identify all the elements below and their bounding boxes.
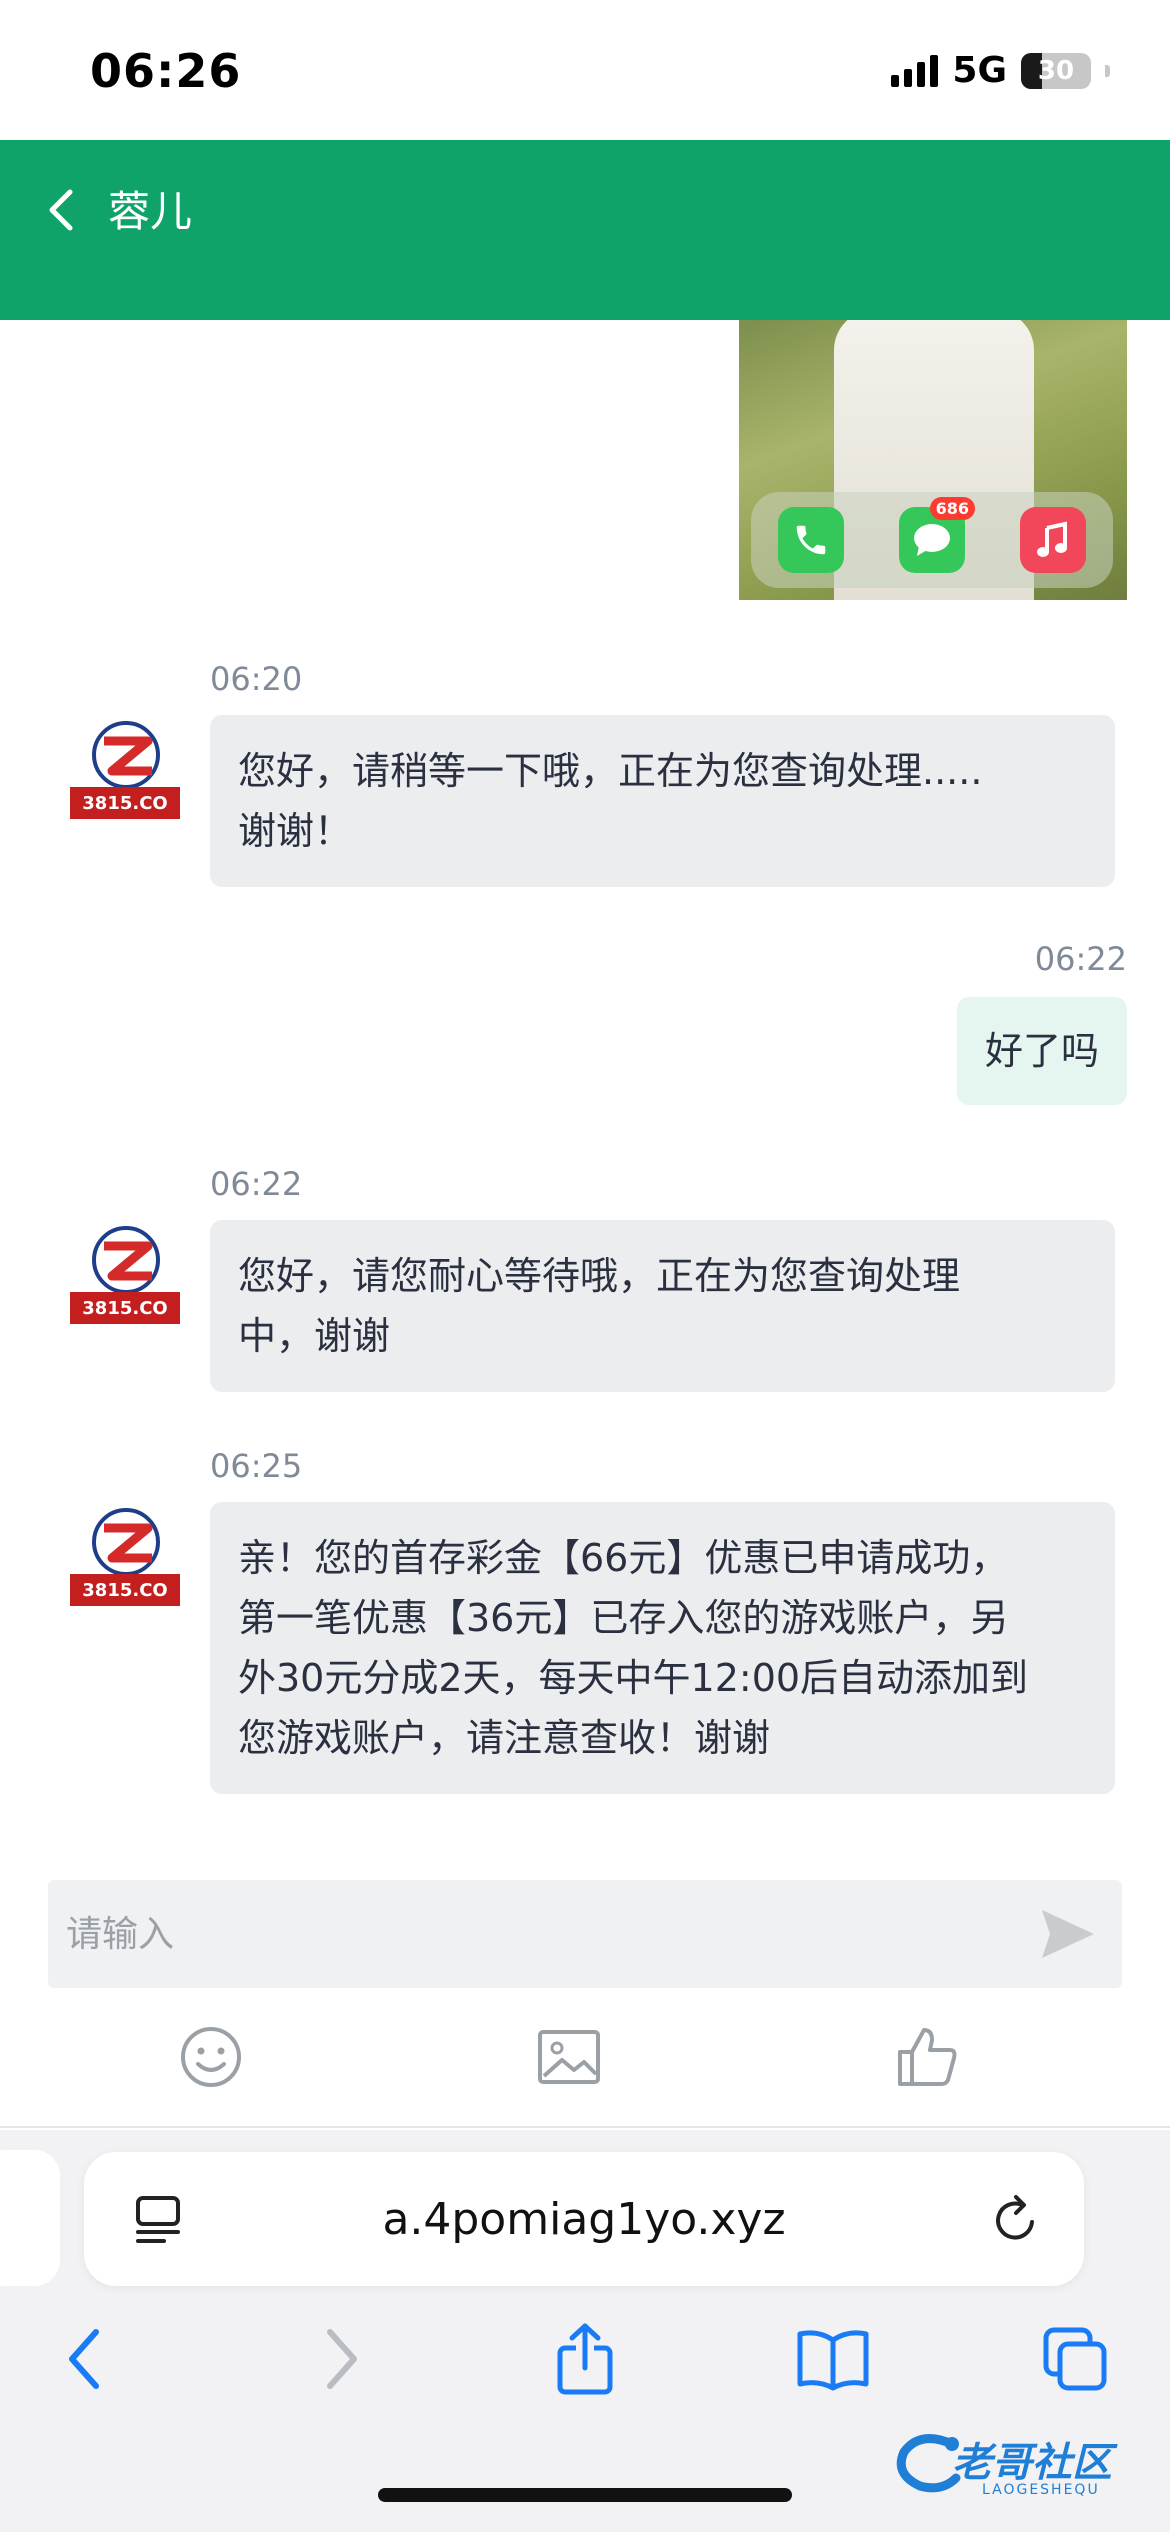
send-icon[interactable] (1038, 1906, 1098, 1962)
message-bubble[interactable]: 好了吗 (956, 997, 1127, 1105)
chat-area[interactable]: 686 06:20 3815.CO 您好，请稍等一下哦，正在为您查询处理....… (0, 320, 1170, 1880)
share-icon[interactable] (550, 2322, 620, 2396)
message-time: 06:25 (210, 1447, 303, 1485)
watermark-text: 老哥社区 (952, 2440, 1112, 2486)
watermark: 老哥社区 LAOGESHEQU (890, 2420, 1150, 2510)
music-app-icon (1019, 507, 1086, 573)
status-time: 06:26 (90, 44, 242, 98)
message-line: 谢谢！ (238, 809, 353, 853)
battery-level: 30 (1037, 55, 1075, 86)
battery-icon: 30 (1021, 52, 1091, 89)
previous-tab-preview[interactable] (0, 2150, 60, 2286)
phone-app-icon (778, 507, 845, 573)
image-dock: 686 (751, 492, 1113, 588)
signal-icon (891, 54, 939, 87)
battery-tip (1105, 64, 1110, 77)
network-type: 5G (952, 50, 1007, 91)
status-indicators: 5G 30 (891, 50, 1110, 91)
message-time: 06:22 (1034, 940, 1127, 978)
thumbs-up-icon[interactable] (892, 2022, 962, 2092)
messages-app-icon: 686 (899, 497, 975, 573)
watermark-subtext: LAOGESHEQU (982, 2482, 1100, 2498)
message-line: 中，谢谢 (238, 1314, 391, 1358)
agent-avatar: 3815.CO (70, 721, 180, 819)
message-line: 亲！您的首存彩金【66元】优惠已申请成功， (238, 1536, 1009, 1580)
address-bar[interactable]: a.4pomiag1yo.xyz (84, 2152, 1084, 2286)
url-text: a.4pomiag1yo.xyz (382, 2193, 786, 2245)
home-indicator[interactable] (378, 2488, 792, 2502)
back-icon[interactable] (52, 2322, 122, 2396)
messages-badge: 686 (929, 497, 975, 520)
status-bar: 06:26 5G 30 (0, 0, 1170, 140)
message-input[interactable] (66, 1880, 966, 1988)
message-line: 外30元分成2天，每天中午12:00后自动添加到 (238, 1656, 1029, 1700)
back-chevron-icon[interactable] (42, 180, 82, 240)
message-line: 好了吗 (984, 1029, 1099, 1073)
forward-icon[interactable] (304, 2322, 374, 2396)
agent-avatar: 3815.CO (70, 1226, 180, 1324)
message-time: 06:22 (210, 1165, 303, 1203)
reload-icon[interactable] (988, 2192, 1044, 2248)
chat-title: 蓉儿 (108, 187, 193, 236)
bookmarks-icon[interactable] (796, 2322, 870, 2396)
avatar-text: 3815.CO (82, 793, 167, 814)
message-line: 第一笔优惠【36元】已存入您的游戏账户，另 (238, 1596, 1009, 1640)
message-line: 您好，请您耐心等待哦，正在为您查询处理 (238, 1254, 961, 1298)
chat-toolbar (0, 2000, 1170, 2128)
agent-avatar: 3815.CO (70, 1508, 180, 1606)
avatar-text: 3815.CO (82, 1298, 167, 1319)
tabs-icon[interactable] (1040, 2322, 1110, 2396)
message-input-box (48, 1880, 1122, 1988)
emoji-icon[interactable] (176, 2022, 246, 2092)
message-bubble[interactable]: 您好，请稍等一下哦，正在为您查询处理..... 谢谢！ (210, 715, 1115, 887)
image-upload-icon[interactable] (534, 2022, 604, 2092)
message-time: 06:20 (210, 660, 303, 698)
message-bubble[interactable]: 您好，请您耐心等待哦，正在为您查询处理 中，谢谢 (210, 1220, 1115, 1392)
image-message[interactable]: 686 (739, 320, 1127, 600)
message-bubble[interactable]: 亲！您的首存彩金【66元】优惠已申请成功， 第一笔优惠【36元】已存入您的游戏账… (210, 1502, 1115, 1794)
message-line: 您好，请稍等一下哦，正在为您查询处理..... (238, 749, 983, 793)
avatar-text: 3815.CO (82, 1580, 167, 1601)
chat-header: 蓉儿 (0, 140, 1170, 320)
message-line: 您游戏账户，请注意查收！谢谢 (238, 1716, 771, 1760)
